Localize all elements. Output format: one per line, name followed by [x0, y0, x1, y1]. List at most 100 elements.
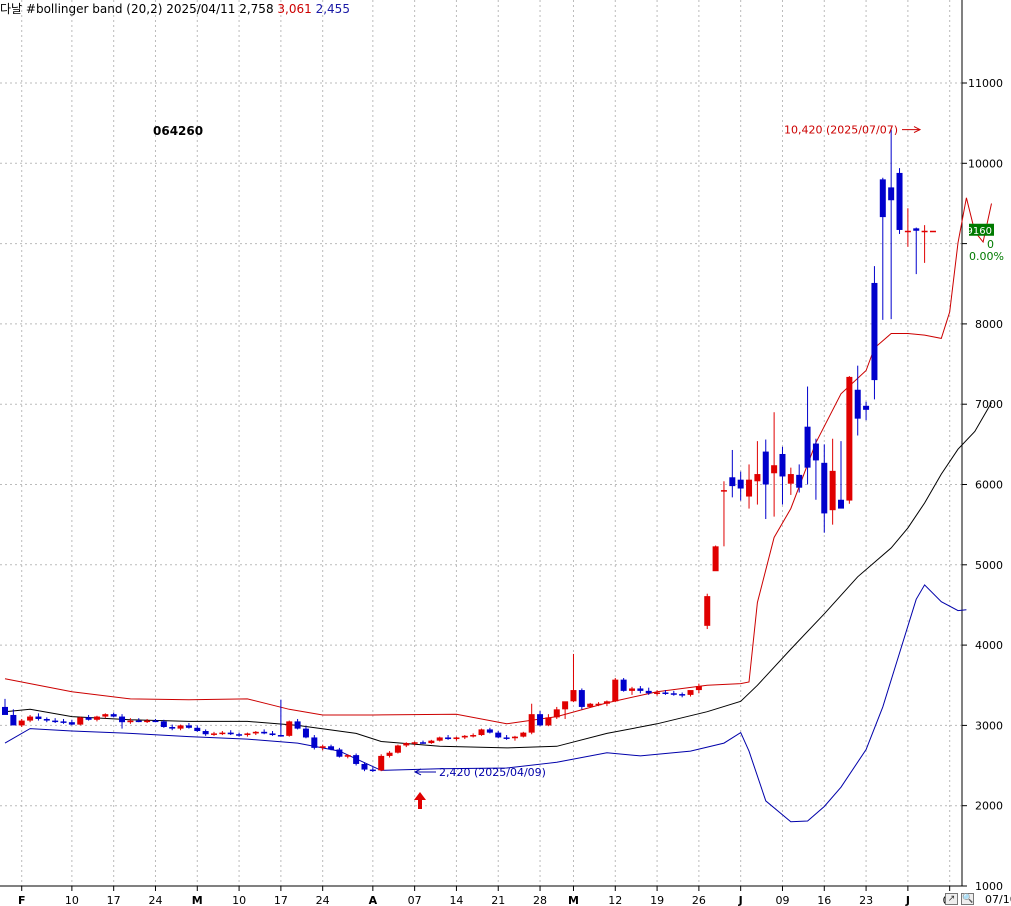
- expand-icon[interactable]: ↗: [945, 893, 958, 905]
- x-tick-label: 16: [817, 894, 831, 906]
- x-axis: F101724M101724A07142128M121926J091623J07: [18, 886, 957, 906]
- candle-body: [679, 694, 686, 696]
- candle-body: [328, 746, 335, 750]
- candle-body: [662, 692, 669, 694]
- candle-body: [812, 443, 819, 461]
- candle-body: [68, 722, 75, 725]
- candle-body: [286, 721, 293, 736]
- candle-body: [629, 688, 635, 691]
- candle-body: [461, 735, 468, 738]
- candle-body: [821, 462, 828, 514]
- y-tick-label: 10000: [968, 157, 1003, 170]
- bollinger-chart[interactable]: 1000 2000 3000 4000 5000 6000 7000 8000 10000 110…: [0, 0, 1011, 906]
- candle-body: [746, 479, 753, 497]
- zoom-icon[interactable]: 🔍: [961, 893, 974, 905]
- y-tick-label: 5000: [975, 559, 1003, 572]
- candle-body: [921, 230, 928, 233]
- candle-body: [302, 728, 309, 738]
- candle-body: [77, 717, 84, 725]
- candle-body: [202, 731, 209, 735]
- x-tick-label: 09: [775, 894, 789, 906]
- indicator-name: 다날 #bollinger band: [0, 2, 123, 16]
- y-tick-label: 8000: [975, 318, 1003, 331]
- candle-body: [838, 499, 844, 509]
- candle-body: [319, 746, 326, 748]
- candle-body: [361, 763, 368, 770]
- candle-body: [244, 733, 251, 736]
- x-tick-label: M: [568, 894, 579, 906]
- candle-body: [102, 714, 109, 717]
- lower-band-line: [4, 584, 967, 823]
- candle-body: [511, 736, 518, 739]
- candle-body: [60, 721, 67, 723]
- last-date: 07/10: [985, 893, 1011, 906]
- candle-body: [236, 734, 243, 736]
- y-tick-label: 6000: [975, 479, 1003, 492]
- x-tick-label: 24: [148, 894, 162, 906]
- candle-body: [637, 688, 644, 691]
- candle-body: [503, 737, 510, 739]
- candle-body: [394, 745, 401, 753]
- candle-body: [169, 727, 176, 729]
- x-tick-label: A: [369, 894, 378, 906]
- x-tick-label: 26: [692, 894, 706, 906]
- candle-body: [35, 716, 42, 719]
- candle-body: [695, 686, 702, 691]
- candle-body: [829, 470, 836, 511]
- y-axis: 1000 2000 3000 4000 5000 6000 7000 8000 10000 110…: [962, 77, 1003, 893]
- candle-body: [612, 679, 619, 702]
- candles: [2, 129, 936, 772]
- x-tick-label: 19: [650, 894, 664, 906]
- candle-body: [888, 187, 895, 201]
- candle-body: [578, 690, 585, 707]
- header-date: 2025/04/11: [166, 2, 236, 16]
- candle-body: [896, 172, 903, 230]
- x-tick-label: 21: [491, 894, 505, 906]
- candle-body: [403, 743, 410, 746]
- candle-body: [587, 703, 594, 707]
- x-tick-label: 24: [316, 894, 330, 906]
- candle-body: [720, 490, 727, 492]
- candle-body: [43, 718, 50, 721]
- candle-body: [10, 714, 17, 726]
- header-upper-value: 3,061: [277, 2, 312, 16]
- high-label: 10,420 (2025/07/07): [784, 124, 898, 137]
- candle-body: [311, 737, 318, 748]
- candle-body: [353, 755, 360, 764]
- candle-body: [378, 755, 385, 771]
- candle-body: [737, 479, 744, 489]
- candle-body: [771, 465, 778, 474]
- candle-body: [436, 737, 443, 741]
- candle-body: [52, 720, 59, 723]
- candle-body: [144, 720, 151, 723]
- candle-body: [453, 737, 460, 740]
- candle-body: [595, 703, 602, 706]
- candle-body: [211, 733, 217, 735]
- candle-body: [528, 714, 535, 733]
- candle-body: [645, 690, 652, 694]
- price-badge-text: 9160: [967, 226, 992, 237]
- candle-body: [553, 709, 560, 718]
- candle-body: [411, 742, 418, 744]
- candle-body: [712, 546, 719, 572]
- y-tick-label: 7000: [975, 398, 1003, 411]
- candle-body: [110, 714, 117, 717]
- candle-body: [787, 474, 794, 484]
- candle-body: [879, 179, 886, 218]
- candle-body: [754, 474, 761, 482]
- candle-body: [27, 716, 34, 721]
- candle-body: [252, 731, 259, 734]
- candle-body: [127, 720, 134, 723]
- candle-body: [119, 716, 126, 723]
- candle-body: [369, 769, 376, 772]
- candle-body: [185, 725, 192, 728]
- candle-body: [478, 729, 485, 736]
- annotations: 10,420 (2025/07/07) 2,420 (2025/04/09) 916…: [413, 124, 1004, 809]
- candle-body: [177, 725, 184, 729]
- candle-body: [871, 282, 878, 381]
- stock-code: 064260: [153, 124, 204, 138]
- candle-body: [194, 727, 201, 732]
- candle-body: [336, 749, 343, 757]
- candle-body: [261, 731, 268, 734]
- candle-body: [269, 733, 276, 736]
